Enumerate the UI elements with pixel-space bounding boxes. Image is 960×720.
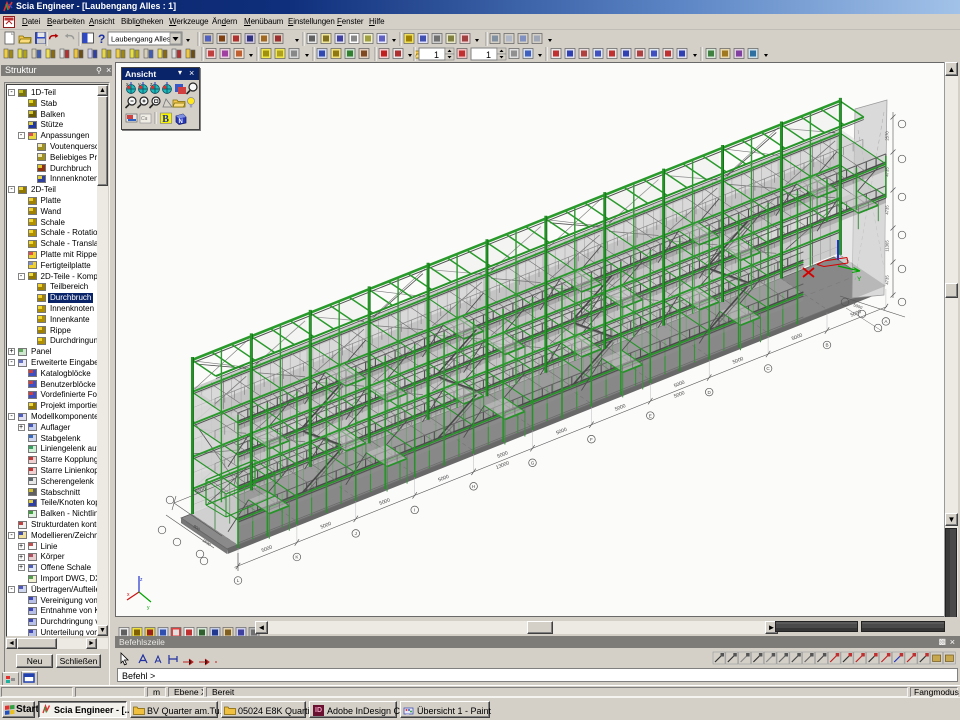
svg-text:Y: Y: [857, 276, 862, 283]
svg-text:G: G: [531, 460, 535, 465]
svg-text:H: H: [472, 484, 475, 489]
svg-text:K: K: [295, 555, 299, 560]
svg-text:C: C: [766, 366, 770, 371]
svg-text:I: I: [414, 508, 415, 513]
svg-text:E: E: [649, 413, 652, 418]
svg-text:x: x: [127, 592, 130, 598]
svg-text:Ca: Ca: [141, 116, 148, 122]
svg-text:4735: 4735: [885, 275, 890, 285]
svg-text:L: L: [237, 578, 240, 583]
svg-text:y: y: [147, 605, 150, 611]
svg-text:2570: 2570: [885, 131, 890, 141]
svg-text:z: z: [140, 577, 143, 583]
svg-text:N: N: [179, 119, 183, 125]
svg-text:J: J: [355, 531, 357, 536]
svg-text:Laubengang Alles: Laubengang Alles: [111, 35, 171, 44]
svg-text:D: D: [708, 390, 712, 395]
svg-text:13000: 13000: [495, 460, 510, 471]
svg-text:4735: 4735: [885, 205, 890, 215]
svg-text:11365: 11365: [885, 240, 890, 252]
svg-text:?: ?: [98, 32, 105, 46]
svg-text:F: F: [590, 437, 593, 442]
svg-text:4735: 4735: [885, 167, 890, 177]
svg-text:1: 1: [486, 50, 491, 60]
svg-text:1: 1: [434, 50, 439, 60]
svg-text:B: B: [825, 343, 828, 348]
svg-text:B: B: [162, 114, 169, 125]
svg-text:A: A: [884, 319, 888, 324]
